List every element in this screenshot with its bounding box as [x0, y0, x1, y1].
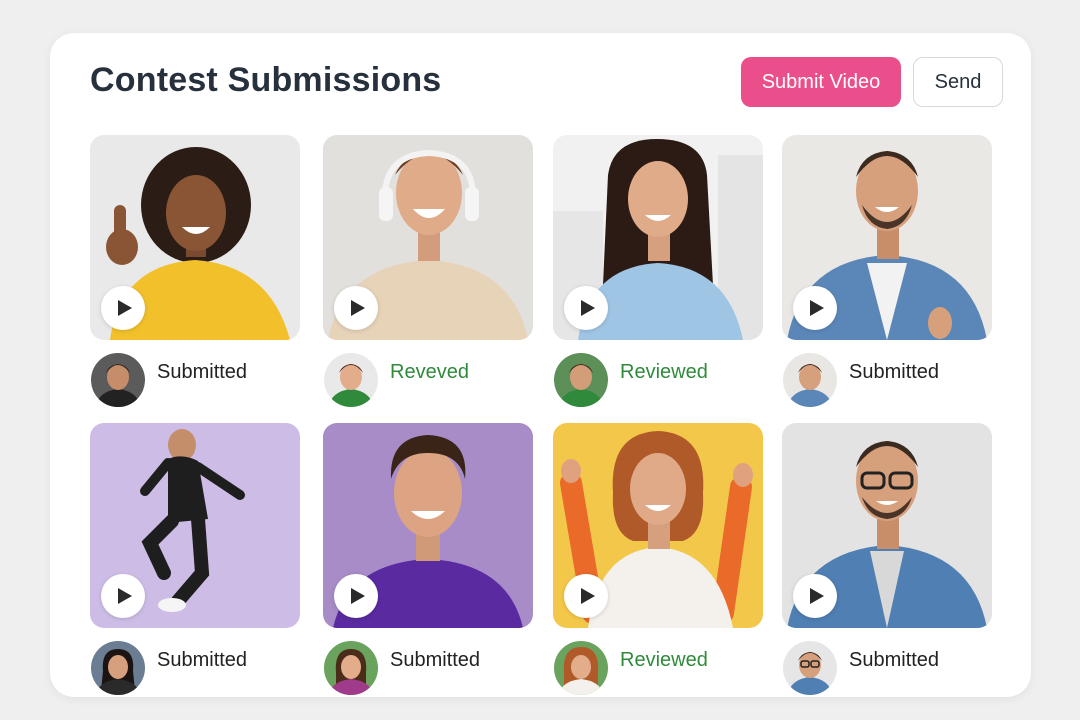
submission-card[interactable]: Reveved: [323, 135, 533, 407]
video-thumbnail[interactable]: [90, 423, 300, 628]
video-thumbnail[interactable]: [782, 423, 992, 628]
status-text: Submitted: [849, 361, 940, 383]
page-title: Contest Submissions: [90, 61, 442, 99]
play-icon[interactable]: [793, 574, 837, 618]
avatar: [91, 353, 145, 407]
status-text: Submitted: [157, 649, 248, 671]
submission-card[interactable]: Submitted: [782, 135, 992, 407]
video-thumbnail[interactable]: [90, 135, 300, 340]
avatar: [91, 641, 145, 695]
avatar: [783, 353, 837, 407]
play-icon[interactable]: [793, 286, 837, 330]
avatar: [554, 641, 608, 695]
video-thumbnail[interactable]: [782, 135, 992, 340]
video-thumbnail[interactable]: [323, 423, 533, 628]
play-icon[interactable]: [334, 286, 378, 330]
submission-card[interactable]: Submitted: [90, 135, 300, 407]
avatar: [324, 641, 378, 695]
submissions-panel: Contest Submissions Submit Video Send Su…: [50, 33, 1031, 697]
play-icon[interactable]: [564, 574, 608, 618]
status-text: Submitted: [849, 649, 940, 671]
video-thumbnail[interactable]: [323, 135, 533, 340]
submission-card[interactable]: Submitted: [90, 423, 300, 695]
status-text: Submitted: [157, 361, 248, 383]
video-thumbnail[interactable]: [553, 423, 763, 628]
status-text: Submitted: [390, 649, 481, 671]
status-text: Reviewed: [620, 361, 708, 383]
play-icon[interactable]: [101, 574, 145, 618]
play-icon[interactable]: [101, 286, 145, 330]
play-icon[interactable]: [334, 574, 378, 618]
avatar: [554, 353, 608, 407]
submit-video-button[interactable]: Submit Video: [741, 57, 901, 107]
avatar: [783, 641, 837, 695]
submission-card[interactable]: Submitted: [323, 423, 533, 695]
status-text: Reviewed: [620, 649, 708, 671]
submission-card[interactable]: Submitted: [782, 423, 992, 695]
send-button[interactable]: Send: [913, 57, 1003, 107]
submission-card[interactable]: Reviewed: [553, 135, 763, 407]
video-thumbnail[interactable]: [553, 135, 763, 340]
status-text: Reveved: [390, 361, 469, 383]
submission-card[interactable]: Reviewed: [553, 423, 763, 695]
avatar: [324, 353, 378, 407]
play-icon[interactable]: [564, 286, 608, 330]
